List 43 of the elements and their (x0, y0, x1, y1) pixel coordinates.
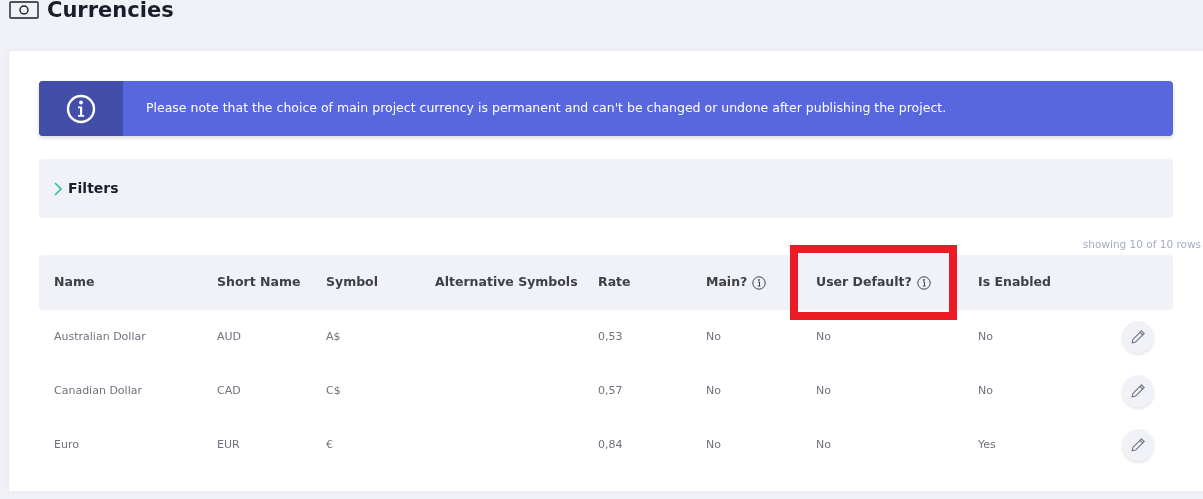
table-cell-text: Australian Dollar (54, 328, 146, 345)
table-cell-text: 0,57 (598, 382, 623, 399)
table-cell-text: CAD (217, 382, 241, 399)
column-header: Name (54, 273, 95, 292)
table-cell-text: No (816, 328, 831, 345)
column-header: User Default? (816, 273, 912, 292)
table-cell-text: Yes (978, 436, 996, 453)
edit-button[interactable] (1122, 429, 1154, 461)
banknote-icon (9, 1, 39, 19)
table-cell-text: EUR (217, 436, 240, 453)
info-icon (66, 93, 96, 124)
info-icon (916, 275, 931, 290)
page-title: Currencies (47, 0, 174, 23)
pencil-icon (1130, 329, 1146, 345)
table-cell-text: Canadian Dollar (54, 382, 142, 399)
table-cell-text: No (706, 328, 721, 345)
edit-button[interactable] (1122, 375, 1154, 407)
table-cell-text: 0,84 (598, 436, 623, 453)
table-cell-text: No (706, 382, 721, 399)
info-icon (752, 275, 767, 290)
column-header: Alternative Symbols (435, 273, 578, 292)
table-cell-text: No (978, 328, 993, 345)
column-header: Short Name (217, 273, 301, 292)
table-cell-text: AUD (217, 328, 242, 345)
notice-text: Please note that the choice of main project currency is permanent and can't be changed or undone after publishing the project. (145, 99, 947, 118)
edit-button[interactable] (1122, 321, 1154, 353)
table-cell-text: 0,53 (598, 328, 623, 345)
column-header: Rate (598, 273, 631, 292)
column-header: Symbol (326, 273, 378, 292)
filters-toggle[interactable]: Filters (54, 178, 119, 199)
table-cell-text: Euro (54, 436, 79, 453)
table-cell-text: No (978, 382, 993, 399)
row-count: showing 10 of 10 rows (1081, 237, 1202, 252)
table-cell-text: € (326, 436, 333, 453)
pencil-icon (1130, 437, 1146, 453)
column-header: Is Enabled (978, 273, 1051, 292)
table-cell-text: A$ (326, 328, 341, 345)
pencil-icon (1130, 383, 1146, 399)
table-cell-text: No (816, 382, 831, 399)
table-cell-text: No (816, 436, 831, 453)
column-header: Main? (706, 273, 748, 292)
table-cell-text: No (706, 436, 721, 453)
table-cell-text: C$ (326, 382, 341, 399)
